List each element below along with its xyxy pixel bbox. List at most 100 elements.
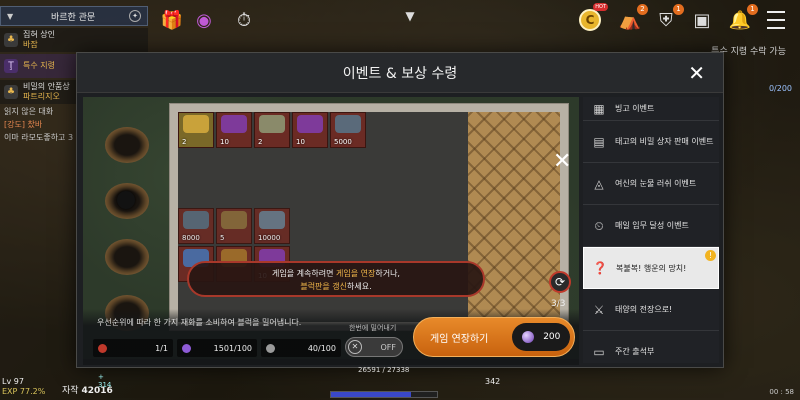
auto-push-toggle[interactable]: ✕ OFF <box>345 337 403 357</box>
reward-tile[interactable]: 10 <box>216 112 252 148</box>
bag-icon: ♣ <box>4 85 18 99</box>
exp-text: EXP 77.2% <box>2 387 46 396</box>
portal-icon[interactable]: ◉ <box>190 6 218 34</box>
quest-item-title: 비밀의 안품상 <box>23 82 70 91</box>
event-label: 여신의 눈물 러쉬 이벤트 <box>615 179 697 188</box>
toggle-knob-icon: ✕ <box>348 340 362 354</box>
tile-quantity: 2 <box>182 138 187 146</box>
board-close-icon[interactable]: ✕ <box>553 151 571 173</box>
toggle-state: OFF <box>380 342 397 352</box>
pickaxe-icon <box>98 343 107 353</box>
currency-gain: + 314 <box>98 373 112 389</box>
quest-count: 0/200 <box>768 84 792 93</box>
tile-quantity: 2 <box>258 138 263 146</box>
bell-icon[interactable]: 🔔 1 <box>726 4 758 34</box>
hole-with-ball <box>105 183 149 219</box>
quest-header-label: 바르한 관문 <box>50 12 96 23</box>
resource-value: 40/100 <box>307 343 336 353</box>
hp-text: 26591 / 27338 <box>358 366 410 374</box>
message-text: 게임을 계속하려면 <box>272 269 336 278</box>
reward-tile[interactable]: 2 <box>178 112 214 148</box>
reward-item-icon <box>335 115 361 133</box>
event-item-sun-battlefield[interactable]: ⚔ 태양의 전장으로! <box>583 289 719 331</box>
event-item-secret-box[interactable]: ▤ 태고의 비밀 상자 판매 이벤트 <box>583 121 719 163</box>
question-icon: ❓ <box>592 261 608 275</box>
resource-counter: 40/100 <box>261 339 341 357</box>
reward-item-icon <box>297 115 323 133</box>
board-controls: 우선순위에 따라 한 가지 재화를 소비하여 블럭을 밀어냅니다. 1/1 15… <box>83 309 579 365</box>
event-label: 주간 출석부 <box>615 347 655 356</box>
reward-tile[interactable]: 2 <box>254 112 290 148</box>
reward-tile[interactable]: 10000 <box>254 208 290 244</box>
cost-value: 200 <box>543 332 561 342</box>
tile-quantity: 8000 <box>182 234 200 242</box>
timer-icon: ⏲ <box>594 218 604 233</box>
quest-item[interactable]: ♣ 집혀 상인 바잡 <box>0 28 148 52</box>
reward-item-icon <box>259 115 285 133</box>
event-list: ▦ 빙고 이벤트 ▤ 태고의 비밀 상자 판매 이벤트 ◬ 여신의 눈물 러쉬 … <box>583 97 719 363</box>
drop-icon: ◬ <box>594 176 604 191</box>
grid-icon: ▦ <box>593 101 605 116</box>
resource-value: 1501/100 <box>213 343 252 353</box>
mana-bar <box>330 391 438 398</box>
mailbox-icon[interactable]: ▣ <box>688 6 716 34</box>
continue-label: 게임 연장하기 <box>430 333 489 345</box>
modal-title: 이벤트 & 보상 수령 <box>77 53 723 93</box>
chest-icon: ▤ <box>593 134 605 149</box>
notification-badge: 1 <box>747 4 758 15</box>
event-item-goddess-tears[interactable]: ◬ 여신의 눈물 러쉬 이벤트 <box>583 163 719 205</box>
event-label: 빙고 이벤트 <box>615 104 655 113</box>
gem-icon <box>182 343 191 353</box>
gem-icon <box>521 331 534 343</box>
tile-quantity: 10 <box>220 138 229 146</box>
hole <box>105 127 149 163</box>
alert-icon: ! <box>705 250 716 261</box>
coin-event-icon[interactable]: C HOT <box>576 3 608 34</box>
message-highlight: 블럭판을 갱신 <box>300 282 348 291</box>
hole <box>105 239 149 275</box>
event-item-weekly-attendance[interactable]: ▭ 주간 출석부 <box>583 331 719 363</box>
event-item-bingo[interactable]: ▦ 빙고 이벤트 <box>583 97 719 121</box>
compass-icon[interactable]: ✦ <box>129 10 141 22</box>
resource-counter: 1/1 <box>93 339 173 357</box>
event-item-lucky-hammer[interactable]: ❓ 복불복! 행운의 망치! ! <box>583 247 719 289</box>
currency-display: 자작 + 314 42016 <box>62 373 113 396</box>
refresh-board-button[interactable]: ⟳ <box>549 271 571 293</box>
reward-item-icon <box>183 115 209 133</box>
shield-icon[interactable]: ⛨ 1 <box>652 4 684 34</box>
reward-tile[interactable]: 8000 <box>178 208 214 244</box>
message-text: 하거나, <box>375 269 400 278</box>
reward-tile[interactable]: 5 <box>216 208 252 244</box>
stopwatch-icon[interactable]: ⏱ <box>230 6 258 34</box>
event-label: 복불복! 행운의 망치! <box>616 263 687 273</box>
quest-item-title: 집혀 상인 <box>23 30 55 39</box>
arrow-down-icon[interactable]: ▼ <box>396 2 424 30</box>
auto-push-label: 한번에 밀어내기 <box>349 324 397 332</box>
event-reward-modal: 이벤트 & 보상 수령 ✕ 2 10 2 10 5000 8000 5 1000… <box>76 52 724 368</box>
level-text: Lv 97 <box>2 377 24 386</box>
swords-icon: ⚔ <box>593 302 605 317</box>
currency-label: 자작 <box>62 386 79 396</box>
camp-icon[interactable]: ⛺ 2 <box>616 4 648 34</box>
tile-quantity: 5000 <box>334 138 352 146</box>
event-item-daily-mission[interactable]: ⏲ 매일 임무 달성 이벤트 <box>583 205 719 247</box>
quest-header[interactable]: ▼ 바르한 관문 ✦ <box>0 6 148 26</box>
hint-text: 우선순위에 따라 한 가지 재화를 소비하여 블럭을 밀어냅니다. <box>97 318 302 327</box>
bag-icon: ♣ <box>4 33 18 47</box>
tile-quantity: 10000 <box>258 234 281 242</box>
reward-item-icon <box>221 211 247 229</box>
tile-quantity: 10 <box>296 138 305 146</box>
clock: 00 : 58 <box>769 388 794 396</box>
reward-tile[interactable]: 5000 <box>330 112 366 148</box>
menu-icon[interactable] <box>762 6 790 34</box>
reward-tile[interactable]: 10 <box>292 112 328 148</box>
player-level: Lv 97 EXP 77.2% <box>2 377 45 397</box>
resource-counter: 1501/100 <box>177 339 257 357</box>
scroll-icon: Ţ <box>4 59 18 73</box>
modal-close-icon[interactable]: ✕ <box>688 63 705 83</box>
hot-badge: HOT <box>593 3 608 11</box>
continue-game-button[interactable]: 게임 연장하기 200 <box>413 317 575 357</box>
gift-icon[interactable]: 🎁 <box>158 6 186 34</box>
resource-value: 1/1 <box>155 343 168 353</box>
reward-item-icon <box>221 115 247 133</box>
